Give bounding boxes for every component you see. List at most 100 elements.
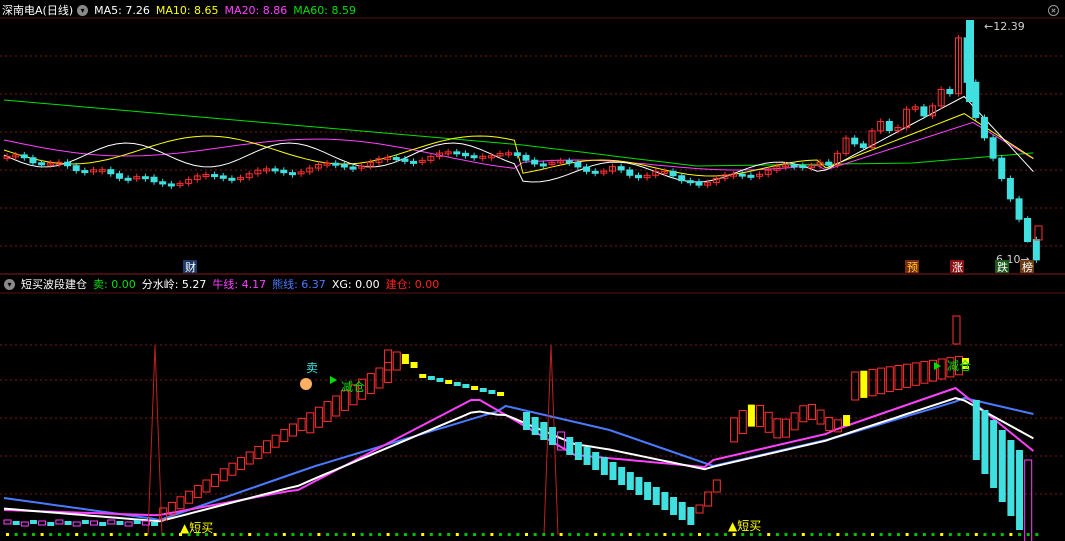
baseline-dot xyxy=(559,533,563,536)
band-bar xyxy=(644,482,652,500)
candle-body xyxy=(531,159,539,165)
reduce-signal: 减仓 xyxy=(947,359,971,373)
band-bar xyxy=(47,522,55,526)
candle-body xyxy=(124,177,132,181)
band-bar xyxy=(618,467,626,485)
band-bar xyxy=(202,479,211,493)
baseline-dot xyxy=(896,533,900,536)
baseline-dot xyxy=(836,533,840,536)
candle-body xyxy=(522,154,530,161)
baseline-dot xyxy=(1018,533,1022,536)
high-price-label: ←12.39 xyxy=(984,20,1025,33)
baseline-dot xyxy=(879,533,883,536)
baseline-dot xyxy=(455,533,459,536)
band-bar xyxy=(583,447,591,465)
baseline-dot xyxy=(360,533,364,536)
band-bar xyxy=(911,362,920,386)
baseline-dot xyxy=(256,533,260,536)
candle-body xyxy=(1015,198,1023,220)
baseline-dot xyxy=(118,533,122,536)
candle-body xyxy=(72,165,80,172)
baseline-dot xyxy=(845,533,849,536)
candle-body xyxy=(851,137,859,145)
baseline-dot xyxy=(282,533,286,536)
baseline-dot xyxy=(274,533,278,536)
event-marker: 跌 xyxy=(997,260,1008,274)
baseline-dot xyxy=(1000,533,1004,536)
candle-body xyxy=(980,116,988,139)
candle-body xyxy=(107,169,115,175)
baseline-dot xyxy=(966,533,970,536)
band-bar xyxy=(133,520,141,524)
candle-body xyxy=(349,166,357,170)
sell-icon xyxy=(300,378,312,390)
baseline-dot xyxy=(611,533,615,536)
candle-body xyxy=(946,88,954,95)
sell-signal: 卖 xyxy=(306,361,318,375)
baseline-dot xyxy=(1009,533,1013,536)
baseline-dot xyxy=(144,533,148,536)
candle-body xyxy=(280,169,288,174)
band-bar xyxy=(219,468,228,482)
baseline-dot xyxy=(646,533,650,536)
candle-body xyxy=(695,181,703,186)
band-bar xyxy=(12,521,20,525)
candle-body xyxy=(1006,178,1014,200)
band-bar xyxy=(38,520,47,526)
baseline-dot xyxy=(230,533,234,536)
baseline-dot xyxy=(265,533,269,536)
baseline-dot xyxy=(758,533,762,536)
baseline-dot xyxy=(706,533,710,536)
candle-body xyxy=(678,175,686,182)
band-bar xyxy=(297,417,306,431)
band-bar xyxy=(860,370,868,398)
candle-body xyxy=(219,175,227,179)
band-bar xyxy=(314,406,323,428)
baseline-dot xyxy=(888,533,892,536)
baseline-dot xyxy=(490,533,494,536)
baseline-dot xyxy=(300,533,304,536)
reduce-flag-icon xyxy=(934,362,941,370)
band-bar xyxy=(99,522,107,526)
band-bar xyxy=(738,410,747,435)
band-bar xyxy=(64,521,72,525)
band-bar xyxy=(990,420,998,488)
band-bar xyxy=(245,451,254,465)
band-bar xyxy=(998,430,1006,502)
band-bar xyxy=(151,522,159,526)
band-bar xyxy=(20,521,29,527)
band-bar xyxy=(271,434,280,448)
candle-body xyxy=(453,151,461,155)
band-bar xyxy=(566,437,574,455)
baseline-dot xyxy=(291,533,295,536)
band-bar xyxy=(609,462,617,480)
reduce-signal: 减仓 xyxy=(341,380,365,394)
band-bar xyxy=(548,427,556,445)
band-bar xyxy=(410,362,418,368)
baseline-dot xyxy=(66,533,70,536)
baseline-dot xyxy=(334,533,338,536)
band-bar xyxy=(237,457,246,471)
candle-body xyxy=(392,157,400,161)
candle-body xyxy=(159,181,167,185)
baseline-dot xyxy=(109,533,113,536)
candle-body xyxy=(747,174,755,178)
baseline-dot xyxy=(386,533,390,536)
bear-line xyxy=(3,396,1034,522)
band-bar xyxy=(592,452,600,470)
stock-chart-window: 深南电A(日线) ▾ MA5: 7.26 MA10: 8.65 MA20: 8.… xyxy=(0,0,1065,541)
baseline-dot xyxy=(940,533,944,536)
baseline-dot xyxy=(741,533,745,536)
band-bar xyxy=(851,371,860,401)
event-marker: 财 xyxy=(185,260,196,274)
event-marker: 涨 xyxy=(952,261,963,274)
band-bar xyxy=(254,445,263,459)
baseline-dot xyxy=(715,533,719,536)
band-bar xyxy=(288,423,297,437)
baseline-dot xyxy=(983,533,987,536)
band-bar xyxy=(670,497,678,515)
band-bar xyxy=(323,401,332,423)
baseline-dot xyxy=(213,533,217,536)
band-bar xyxy=(401,354,409,364)
baseline-dot xyxy=(429,533,433,536)
